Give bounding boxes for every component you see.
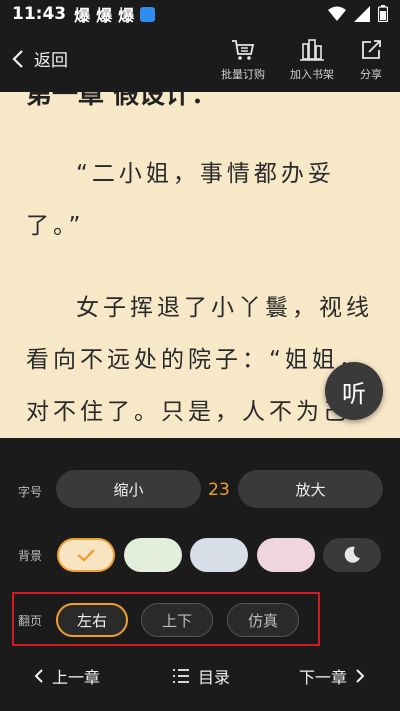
page-turn-option-label: 左右 xyxy=(76,611,107,630)
signal-icon xyxy=(354,5,370,22)
page-turn-simulation-option[interactable]: 仿真 xyxy=(227,603,299,637)
chevron-left-icon xyxy=(34,669,43,683)
share-label: 分享 xyxy=(360,68,382,81)
top-toolbar: 返回 批量订购 加入书架 分享 xyxy=(0,28,400,92)
font-increase-label: 放大 xyxy=(295,480,326,499)
share-button[interactable]: 分享 xyxy=(359,38,383,82)
back-label: 返回 xyxy=(34,51,68,71)
bookshelf-icon xyxy=(300,39,324,61)
font-decrease-label: 缩小 xyxy=(113,480,144,499)
bg-swatch-light-green[interactable] xyxy=(124,538,182,572)
list-icon xyxy=(173,669,189,683)
status-bar: 11:43 爆 爆 爆 xyxy=(0,0,400,28)
chevron-right-icon xyxy=(356,669,365,683)
next-chapter-label: 下一章 xyxy=(299,668,348,687)
chevron-left-icon xyxy=(12,49,23,68)
bg-swatch-night[interactable] xyxy=(323,538,381,572)
share-icon xyxy=(362,40,381,59)
page-turn-option-label: 上下 xyxy=(161,611,192,630)
font-increase-button[interactable]: 放大 xyxy=(238,470,383,508)
font-size-label: 字号 xyxy=(18,485,43,499)
add-to-shelf-label: 加入书架 xyxy=(290,68,334,81)
listen-label: 听 xyxy=(342,379,366,408)
batch-order-button[interactable]: 批量订购 xyxy=(221,38,265,82)
notification-icon: 爆 xyxy=(118,6,135,25)
status-system-icons xyxy=(328,5,388,22)
checkmark-icon xyxy=(77,549,95,562)
bg-swatch-light-blue[interactable] xyxy=(190,538,248,572)
paragraph: “二小姐，事情都办妥了。” xyxy=(26,161,335,239)
status-time: 11:43 xyxy=(12,4,67,24)
table-of-contents-button[interactable]: 目录 xyxy=(172,664,230,688)
next-chapter-button[interactable]: 下一章 xyxy=(299,664,365,688)
prev-chapter-label: 上一章 xyxy=(52,668,101,687)
page-turn-option-label: 仿真 xyxy=(247,611,278,630)
listen-button[interactable]: 听 xyxy=(325,362,383,420)
notification-icon: 爆 xyxy=(96,6,113,25)
background-label: 背景 xyxy=(18,549,43,563)
chapter-title: 第一章 假设计： xyxy=(26,92,218,110)
add-to-shelf-button[interactable]: 加入书架 xyxy=(290,38,334,82)
prev-chapter-button[interactable]: 上一章 xyxy=(34,664,100,688)
paragraph: 女子挥退了小丫鬟，视线看向不远处的院子：“姐姐，对不住了。只是，人不为己天 xyxy=(26,295,373,425)
back-button[interactable]: 返回 xyxy=(12,46,68,71)
page-turn-label: 翻页 xyxy=(18,614,43,628)
bg-swatch-light-pink[interactable] xyxy=(257,538,315,572)
cart-icon xyxy=(232,40,255,60)
page-turn-vertical-option[interactable]: 上下 xyxy=(141,603,213,637)
battery-icon xyxy=(378,5,388,22)
wifi-icon xyxy=(328,6,346,21)
notification-icon: 爆 xyxy=(74,6,91,25)
table-of-contents-label: 目录 xyxy=(198,668,231,687)
page-turn-horizontal-option[interactable]: 左右 xyxy=(56,603,128,637)
moon-icon xyxy=(344,546,360,563)
app-badge-icon xyxy=(140,6,156,22)
font-size-value: 23 xyxy=(208,480,230,500)
status-notifications: 爆 爆 爆 xyxy=(74,2,156,26)
bg-swatch-beige[interactable] xyxy=(57,538,115,572)
font-decrease-button[interactable]: 缩小 xyxy=(56,470,201,508)
batch-order-label: 批量订购 xyxy=(221,68,265,81)
